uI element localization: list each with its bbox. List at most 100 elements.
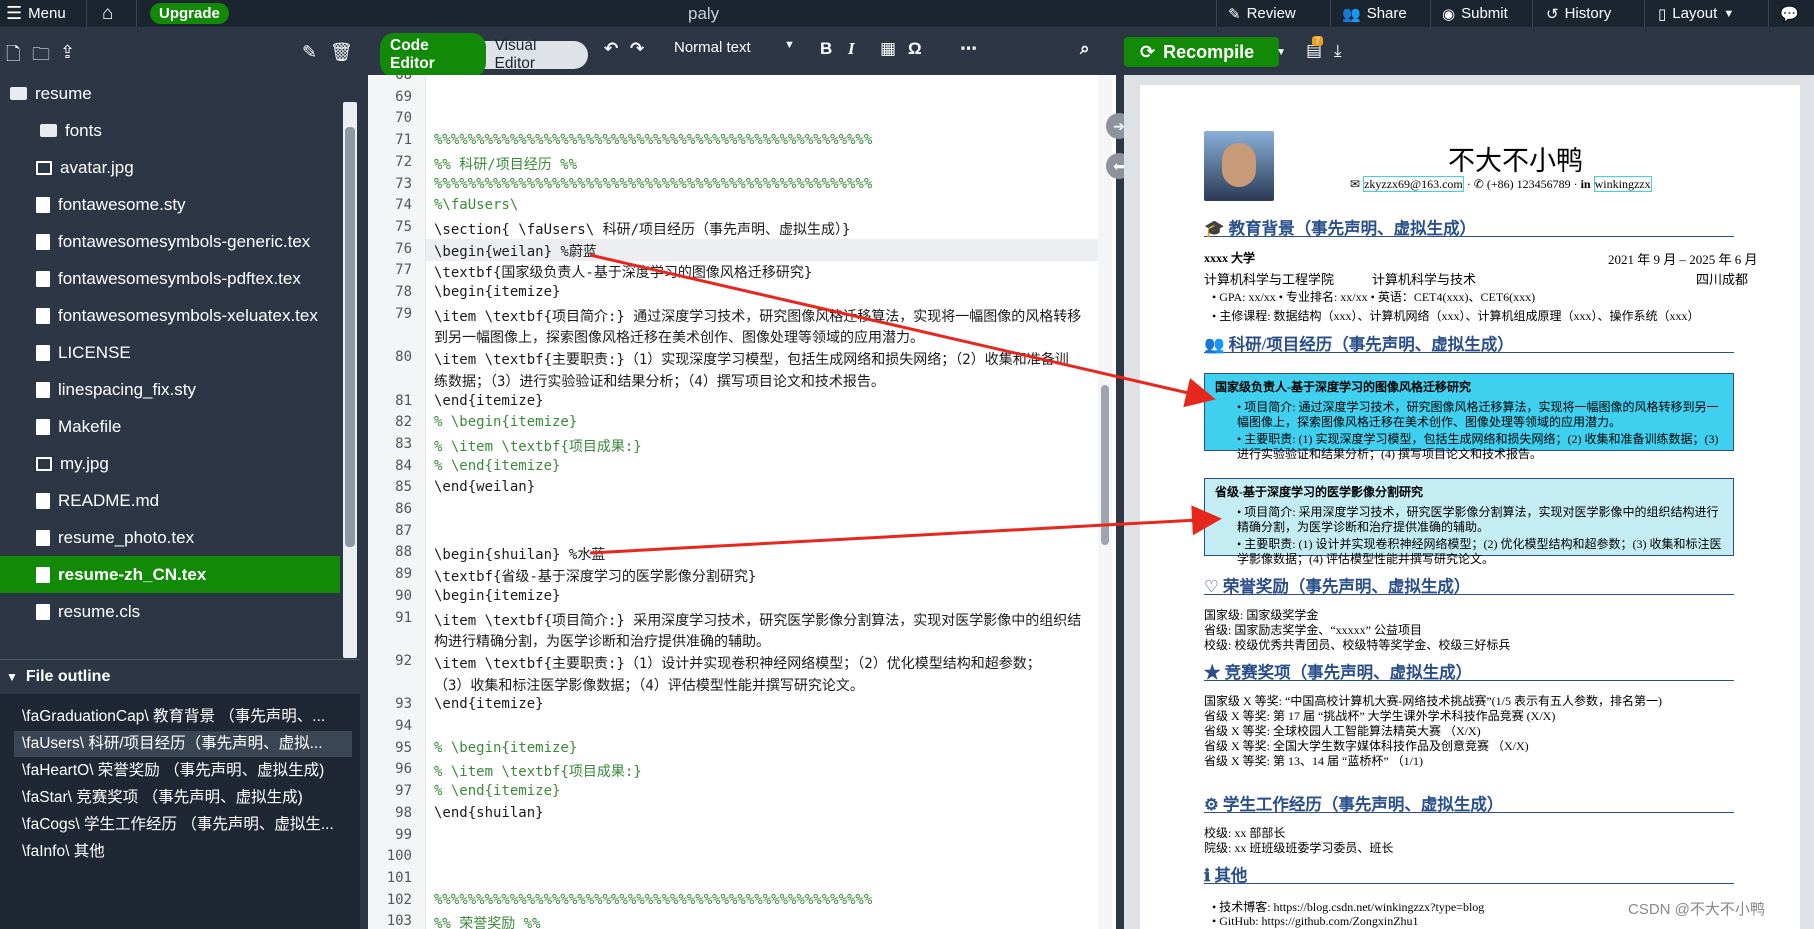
home-button[interactable]: ⌂: [102, 0, 113, 27]
tree-item[interactable]: LICENSE: [0, 334, 340, 371]
tree-item[interactable]: fontawesomesymbols-generic.tex: [0, 223, 340, 260]
code-line[interactable]: \item \textbf{主要职责:}（1）实现深度学习模型，包括生成网络和损…: [434, 349, 1069, 369]
scroll-thumb[interactable]: [1101, 385, 1109, 545]
editor-scrollbar[interactable]: [1098, 75, 1112, 929]
code-line[interactable]: \end{itemize}: [434, 393, 544, 409]
file-tree-panel: 🗋 🗀 ⇪ ✎ 🗑 resume fonts avatar.jpg fontaweso…: [0, 27, 360, 929]
email-link[interactable]: zkyzzx69@163.com: [1363, 176, 1464, 192]
code-line[interactable]: \textbf{省级-基于深度学习的医学影像分割研究}: [434, 566, 756, 586]
file-outline-header[interactable]: ▼ File outline: [0, 659, 360, 693]
file-icon: [36, 381, 50, 398]
outline-item[interactable]: \faStar\ 竞赛奖项 （事先声明、虚拟生成): [14, 785, 352, 811]
linkedin-link[interactable]: winkingzzx: [1593, 176, 1652, 192]
line-number: 94: [395, 718, 412, 734]
code-line[interactable]: \begin{shuilan} %水蓝: [434, 544, 605, 564]
undo-icon[interactable]: ↶: [604, 39, 618, 59]
tree-item[interactable]: Makefile: [0, 408, 340, 445]
tree-item[interactable]: my.jpg: [0, 445, 340, 482]
code-line[interactable]: % \item \textbf{项目成果:}: [434, 436, 642, 456]
table-icon[interactable]: ▦: [880, 39, 896, 59]
review-button[interactable]: ✎ Review: [1228, 0, 1296, 27]
code-line[interactable]: \section{ \faUsers\ 科研/项目经历（事先声明、虚拟生成）}: [434, 219, 850, 239]
layout-button[interactable]: ▯ Layout ▼: [1658, 0, 1734, 27]
tree-item[interactable]: linespacing_fix.sty: [0, 371, 340, 408]
chat-button[interactable]: 💬: [1780, 0, 1799, 27]
code-line[interactable]: \begin{itemize}: [434, 284, 560, 300]
code-line[interactable]: \item \textbf{项目简介:} 采用深度学习技术，研究医学影像分割算法…: [434, 610, 1081, 630]
italic-icon[interactable]: I: [848, 39, 855, 59]
outline-item[interactable]: \faUsers\ 科研/项目经历（事先声明、虚拟...: [14, 731, 352, 757]
editor-mode-toggle[interactable]: Code Editor Visual Editor: [380, 33, 588, 77]
code-line[interactable]: %% 荣誉奖励 %%: [434, 913, 541, 929]
code-line[interactable]: 到另一幅图像上，探索图像风格迁移在美术创作、图像处理等领域的应用潜力。: [434, 327, 924, 347]
file-icon: [36, 233, 50, 250]
code-line[interactable]: \begin{itemize}: [434, 588, 560, 604]
code-line[interactable]: \end{weilan}: [434, 479, 535, 495]
new-folder-icon[interactable]: 🗀: [32, 42, 50, 72]
outline-item[interactable]: \faHeartO\ 荣誉奖励 （事先声明、虚拟生成): [14, 758, 352, 784]
menu-button[interactable]: ☰ Menu: [6, 0, 66, 27]
gpa-line: • GPA: xx/xx • 专业排名: xx/xx • 英语：CET4(xxx…: [1212, 290, 1536, 304]
history-button[interactable]: ↺ History: [1546, 0, 1611, 27]
tree-item[interactable]: resume-zh_CN.tex: [0, 556, 340, 593]
code-line[interactable]: % \begin{itemize}: [434, 740, 577, 756]
info-icon: ℹ: [1204, 866, 1215, 885]
code-line[interactable]: %%%%%%%%%%%%%%%%%%%%%%%%%%%%%%%%%%%%%%%%…: [434, 176, 872, 192]
code-line[interactable]: % \end{itemize}: [434, 783, 560, 799]
tree-item[interactable]: fontawesomesymbols-xeluatex.tex: [0, 297, 340, 334]
tree-item[interactable]: README.md: [0, 482, 340, 519]
submit-button[interactable]: ◉ Submit: [1442, 0, 1508, 27]
tree-item[interactable]: fontawesome.sty: [0, 186, 340, 223]
outline-item[interactable]: \faInfo\ 其他: [14, 839, 352, 865]
tree-item[interactable]: avatar.jpg: [0, 149, 340, 186]
code-line[interactable]: %\faUsers\: [434, 197, 518, 213]
code-line[interactable]: \end{itemize}: [434, 696, 544, 712]
code-line[interactable]: % \begin{itemize}: [434, 414, 577, 430]
outline-item[interactable]: \faCogs\ 学生工作经历 （事先声明、虚拟生...: [14, 812, 352, 838]
bold-icon[interactable]: B: [820, 39, 832, 59]
tree-item[interactable]: resume.cls: [0, 593, 340, 630]
upgrade-button[interactable]: Upgrade: [150, 3, 229, 24]
tree-item[interactable]: fontawesomesymbols-pdftex.tex: [0, 260, 340, 297]
code-editor-tab[interactable]: Code Editor: [380, 33, 486, 77]
code-line[interactable]: %% 科研/项目经历 %%: [434, 154, 577, 174]
code-line[interactable]: % \end{itemize}: [434, 458, 560, 474]
visual-editor-tab[interactable]: Visual Editor: [486, 33, 588, 77]
code-line[interactable]: %%%%%%%%%%%%%%%%%%%%%%%%%%%%%%%%%%%%%%%%…: [434, 132, 872, 148]
file-tree-scrollbar[interactable]: [343, 102, 357, 658]
outline-item[interactable]: \faGraduationCap\ 教育背景 （事先声明、...: [14, 704, 352, 730]
pdf-preview[interactable]: 不大不小鸭 ✉ zkyzzx69@163.com · ✆ (+86) 12345…: [1124, 75, 1814, 929]
code-line[interactable]: \begin{weilan} %蔚蓝: [434, 241, 597, 261]
rename-icon[interactable]: ✎: [302, 42, 317, 63]
code-line[interactable]: 练数据；（3）进行实验验证和结果分析；（4）撰写项目论文和技术报告。: [434, 371, 885, 391]
code-line[interactable]: （3）收集和标注医学影像数据；（4）评估模型性能并撰写研究论文。: [434, 675, 864, 695]
code-line[interactable]: %%%%%%%%%%%%%%%%%%%%%%%%%%%%%%%%%%%%%%%%…: [434, 892, 872, 908]
new-file-icon[interactable]: 🗋: [6, 42, 20, 72]
search-icon[interactable]: ⌕: [1080, 39, 1090, 59]
code-line[interactable]: \item \textbf{主要职责:}（1）设计并实现卷积神经网络模型；（2）…: [434, 653, 1041, 673]
upload-icon[interactable]: ⇪: [60, 42, 75, 63]
chevron-down-icon[interactable]: ▼: [784, 39, 795, 51]
code-line[interactable]: \end{shuilan}: [434, 805, 544, 821]
panel-splitter[interactable]: [360, 27, 368, 929]
recompile-button[interactable]: ⟳ Recompile ▼: [1124, 37, 1286, 67]
code-line[interactable]: \item \textbf{项目简介:} 通过深度学习技术，研究图像风格迁移算法…: [434, 306, 1081, 326]
line-number: 96: [395, 761, 412, 778]
code-editor[interactable]: 68 69 70 71 72 73 74 75 76 77 78 79 80 81 82 83 84 85 86 87…: [368, 75, 1116, 929]
tree-item[interactable]: fonts: [0, 112, 340, 149]
download-icon[interactable]: ⤓: [1334, 41, 1342, 61]
tree-item[interactable]: resume: [0, 75, 340, 112]
tree-item-label: Makefile: [58, 416, 122, 436]
more-icon[interactable]: ⋯: [960, 39, 977, 59]
redo-icon[interactable]: ↷: [630, 39, 644, 59]
scroll-thumb[interactable]: [345, 127, 355, 547]
code-line[interactable]: 构进行精确分割，为医学诊断和治疗提供准确的辅助。: [434, 631, 770, 651]
tree-item[interactable]: resume_photo.tex: [0, 519, 340, 556]
share-button[interactable]: 👥 Share: [1342, 0, 1407, 27]
delete-icon[interactable]: 🗑: [330, 42, 353, 63]
symbol-icon[interactable]: Ω: [908, 39, 922, 59]
code-line[interactable]: % \item \textbf{项目成果:}: [434, 761, 642, 781]
caret-down-icon[interactable]: ▼: [1276, 47, 1286, 58]
text-style-select[interactable]: Normal text: [674, 39, 751, 56]
code-line[interactable]: \textbf{国家级负责人-基于深度学习的图像风格迁移研究}: [434, 262, 812, 282]
